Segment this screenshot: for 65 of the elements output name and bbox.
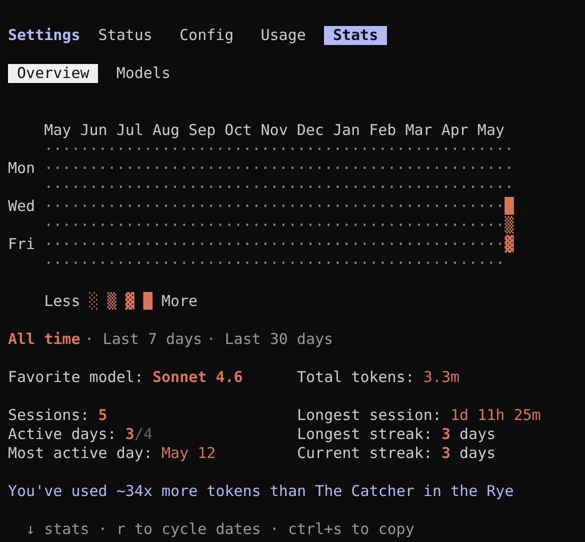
separator: · <box>84 330 94 349</box>
month-label: Jul <box>116 121 144 140</box>
stat-label: Most active day: <box>8 444 152 463</box>
stat-label: Longest session: <box>296 406 442 425</box>
stat-label: Longest streak: <box>296 425 432 444</box>
legend-swatch: ░ <box>89 292 98 311</box>
heatmap-dots: ··················································· <box>44 254 505 273</box>
activity-cell: ▓ <box>504 235 514 254</box>
stat-label: Sessions: <box>8 406 90 425</box>
stat-label: Active days: <box>8 425 116 444</box>
month-label: Jan <box>332 121 360 140</box>
month-label: Sep <box>188 121 216 140</box>
month-label: Jun <box>80 121 108 140</box>
heatmap-dots: ··················································· <box>44 235 505 254</box>
heatmap-dots: ···················································· <box>44 178 514 197</box>
stat-unit: days <box>460 444 496 463</box>
stat-label: Current streak: <box>296 444 432 463</box>
comparison-message: You've used ~34x more tokens than The Catcher in the Rye <box>8 482 514 501</box>
day-label: Fri <box>8 235 36 253</box>
range-option[interactable]: Last 7 days <box>102 330 202 349</box>
month-label: Aug <box>152 121 180 140</box>
legend-swatch: ▒ <box>107 292 116 311</box>
month-label: Apr <box>441 121 468 140</box>
month-label: May <box>477 121 505 140</box>
day-label: Wed <box>8 197 36 215</box>
heatmap-dots: ··················································· <box>44 197 505 216</box>
month-label: May <box>44 121 72 140</box>
tab[interactable]: Config <box>170 26 243 45</box>
stat-unit: days <box>460 425 496 444</box>
day-label: Mon <box>8 159 36 177</box>
stat-label: Favorite model: <box>8 368 144 387</box>
keyboard-hints: ↓ stats · r to cycle dates · ctrl+s to copy <box>25 520 414 539</box>
stat-value: Sonnet 4.6 <box>152 368 243 387</box>
month-label: Feb <box>369 121 396 140</box>
stat-value: 5 <box>98 406 108 425</box>
heatmap-dots: ···················································· <box>44 140 514 159</box>
month-label: Dec <box>296 121 324 140</box>
legend-swatch: ▓ <box>125 292 134 311</box>
settings-title: Settings <box>8 26 80 45</box>
stat-value: 3 <box>441 444 450 463</box>
month-label: Nov <box>260 121 288 140</box>
month-label: Oct <box>224 121 252 140</box>
legend-label: More <box>161 292 198 311</box>
legend-label: Less <box>44 292 80 311</box>
subtab[interactable]: Models <box>107 64 180 83</box>
stat-value: 3 <box>441 425 450 444</box>
stat-label: Total tokens: <box>296 368 414 387</box>
separator: · <box>206 330 216 349</box>
stat-value: 3 <box>125 425 134 444</box>
legend-swatch: █ <box>143 292 152 311</box>
stat-value: 1d 11h 25m <box>450 406 541 425</box>
stat-value: 3.3m <box>423 368 460 387</box>
range-option[interactable]: All time <box>8 330 80 349</box>
stat-total: /4 <box>134 425 152 444</box>
heatmap-dots: ··················································· <box>44 216 505 235</box>
activity-cell: █ <box>504 197 514 216</box>
tab[interactable]: Stats <box>324 26 388 45</box>
subtab[interactable]: Overview <box>8 64 98 83</box>
heatmap-dots: ···················································· <box>44 159 514 178</box>
activity-cell: ▒ <box>504 216 514 235</box>
tab[interactable]: Usage <box>252 26 315 45</box>
range-option[interactable]: Last 30 days <box>224 330 334 349</box>
stat-value: May 12 <box>162 444 216 463</box>
tab[interactable]: Status <box>89 26 162 45</box>
month-label: Mar <box>405 121 432 140</box>
